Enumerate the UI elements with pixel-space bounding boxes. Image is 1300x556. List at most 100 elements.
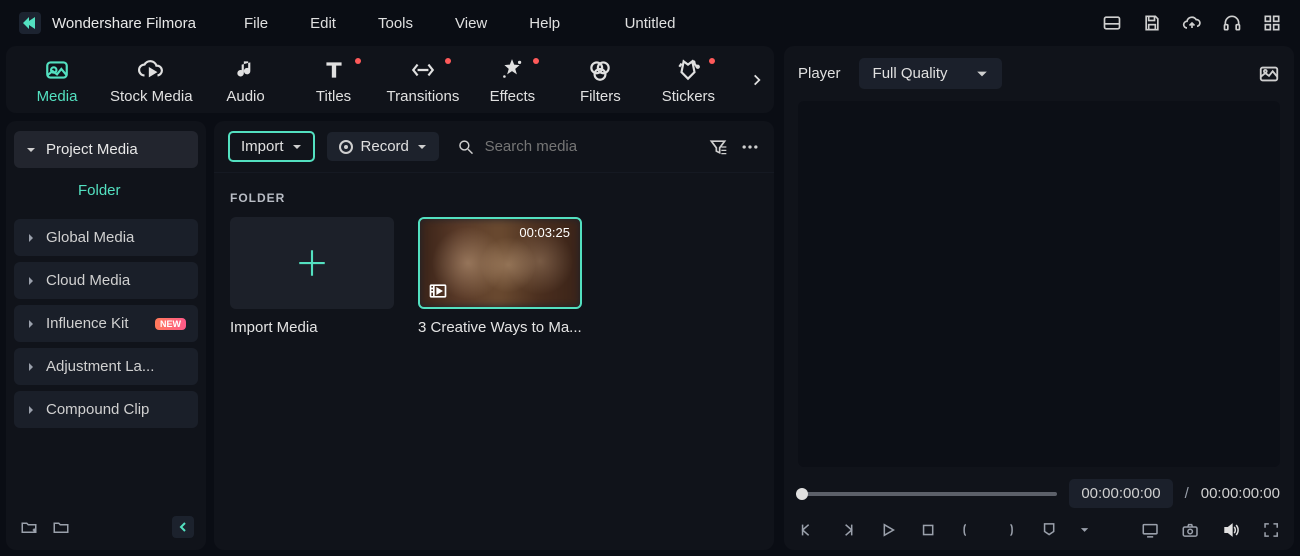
search-input[interactable] (485, 138, 696, 155)
cloud-upload-icon[interactable] (1182, 13, 1202, 33)
tab-transitions[interactable]: Transitions (387, 56, 460, 105)
menu-edit[interactable]: Edit (310, 15, 336, 32)
record-icon (339, 140, 353, 154)
tab-filters[interactable]: Filters (565, 56, 635, 105)
mark-in-icon[interactable] (959, 520, 977, 540)
media-clip-caption: 3 Creative Ways to Ma... (418, 319, 586, 336)
media-icon (43, 56, 71, 84)
app-name: Wondershare Filmora (52, 15, 196, 32)
menu-file[interactable]: File (244, 15, 268, 32)
sidebar-label-folder: Folder (78, 182, 121, 199)
sidebar-item-global-media[interactable]: Global Media (14, 219, 198, 256)
chevron-down-icon[interactable] (1080, 525, 1089, 535)
sidebar-label-compound-clip: Compound Clip (46, 401, 149, 418)
import-media-thumb[interactable] (230, 217, 394, 309)
sidebar-item-compound-clip[interactable]: Compound Clip (14, 391, 198, 428)
tab-transitions-label: Transitions (387, 88, 460, 105)
menu-view[interactable]: View (455, 15, 487, 32)
tab-media[interactable]: Media (22, 56, 92, 105)
plus-icon (295, 246, 329, 280)
filter-sort-icon[interactable] (708, 137, 728, 157)
snapshot-icon[interactable] (1258, 63, 1280, 85)
player-label: Player (798, 65, 841, 82)
player-viewport[interactable] (798, 101, 1280, 467)
tab-stock-media[interactable]: Stock Media (110, 56, 193, 105)
chevron-down-icon (417, 142, 427, 152)
time-separator: / (1185, 485, 1189, 502)
layouts-icon[interactable] (1102, 13, 1122, 33)
player-panel: Player Full Quality 00:00:00:00 / 00:00:… (784, 46, 1294, 550)
player-quality-selector[interactable]: Full Quality (859, 58, 1002, 89)
save-icon[interactable] (1142, 13, 1162, 33)
chevron-down-icon (976, 68, 988, 80)
step-forward-icon[interactable] (838, 520, 856, 540)
clip-duration: 00:03:25 (519, 225, 570, 240)
effects-icon (498, 56, 526, 84)
media-clip-card[interactable]: 00:03:25 3 Creative Ways to Ma... (418, 217, 586, 336)
media-clip-thumb[interactable]: 00:03:25 (418, 217, 582, 309)
mark-out-icon[interactable] (999, 520, 1017, 540)
headset-icon[interactable] (1222, 13, 1242, 33)
caret-right-icon (26, 405, 36, 415)
play-icon[interactable] (879, 520, 897, 540)
import-media-card[interactable]: Import Media (230, 217, 398, 336)
tool-tabs: Media Stock Media Audio Titles Transitio… (6, 46, 774, 113)
media-browser: Import Record (214, 121, 774, 550)
tab-titles[interactable]: Titles (299, 56, 369, 105)
tab-media-label: Media (37, 88, 78, 105)
filters-icon (586, 56, 614, 84)
camera-icon[interactable] (1181, 520, 1199, 540)
stickers-icon (674, 56, 702, 84)
apps-grid-icon[interactable] (1262, 13, 1282, 33)
folder-icon[interactable] (52, 518, 70, 536)
tab-stock-label: Stock Media (110, 88, 193, 105)
new-badge: NEW (155, 318, 186, 330)
sidebar-item-folder[interactable]: Folder (14, 172, 198, 209)
tab-effects[interactable]: Effects (477, 56, 547, 105)
transitions-icon (409, 56, 437, 84)
caret-right-icon (26, 276, 36, 286)
main-menu: File Edit Tools View Help (244, 15, 560, 32)
record-label: Record (361, 138, 409, 155)
sidebar-label-global-media: Global Media (46, 229, 134, 246)
tab-stickers-label: Stickers (662, 88, 715, 105)
volume-icon[interactable] (1222, 520, 1240, 540)
caret-down-icon (26, 145, 36, 155)
step-back-icon[interactable] (798, 520, 816, 540)
sidebar-label-influence-kit: Influence Kit (46, 315, 129, 332)
tabs-scroll-right[interactable] (746, 65, 768, 95)
tab-effects-label: Effects (490, 88, 536, 105)
stop-icon[interactable] (919, 520, 937, 540)
search-icon (457, 137, 475, 157)
marker-icon[interactable] (1040, 520, 1058, 540)
new-folder-icon[interactable] (20, 518, 38, 536)
tab-stickers[interactable]: Stickers (653, 56, 723, 105)
import-button[interactable]: Import (228, 131, 315, 162)
media-sidebar: Project Media Folder Global Media Cloud … (6, 121, 206, 550)
caret-right-icon (26, 319, 36, 329)
menu-tools[interactable]: Tools (378, 15, 413, 32)
sidebar-label-adjustment-layer: Adjustment La... (46, 358, 154, 375)
tab-audio-label: Audio (226, 88, 264, 105)
more-options-icon[interactable] (740, 137, 760, 157)
sidebar-item-adjustment-layer[interactable]: Adjustment La... (14, 348, 198, 385)
video-clip-icon (428, 281, 448, 301)
media-search[interactable] (451, 137, 696, 157)
sidebar-item-project-media[interactable]: Project Media (14, 131, 198, 168)
record-button[interactable]: Record (327, 132, 439, 161)
player-total-time: 00:00:00:00 (1201, 485, 1280, 502)
display-icon[interactable] (1141, 520, 1159, 540)
sidebar-item-influence-kit[interactable]: Influence Kit NEW (14, 305, 198, 342)
player-current-time: 00:00:00:00 (1069, 479, 1172, 508)
menu-help[interactable]: Help (529, 15, 560, 32)
caret-right-icon (26, 362, 36, 372)
seek-knob[interactable] (796, 488, 808, 500)
document-title: Untitled (625, 15, 676, 32)
sidebar-item-cloud-media[interactable]: Cloud Media (14, 262, 198, 299)
sidebar-collapse-button[interactable] (172, 516, 194, 538)
fullscreen-icon[interactable] (1262, 520, 1280, 540)
tab-audio[interactable]: Audio (211, 56, 281, 105)
sidebar-label-project-media: Project Media (46, 141, 138, 158)
player-seek-bar[interactable] (798, 492, 1057, 496)
titles-icon (320, 56, 348, 84)
